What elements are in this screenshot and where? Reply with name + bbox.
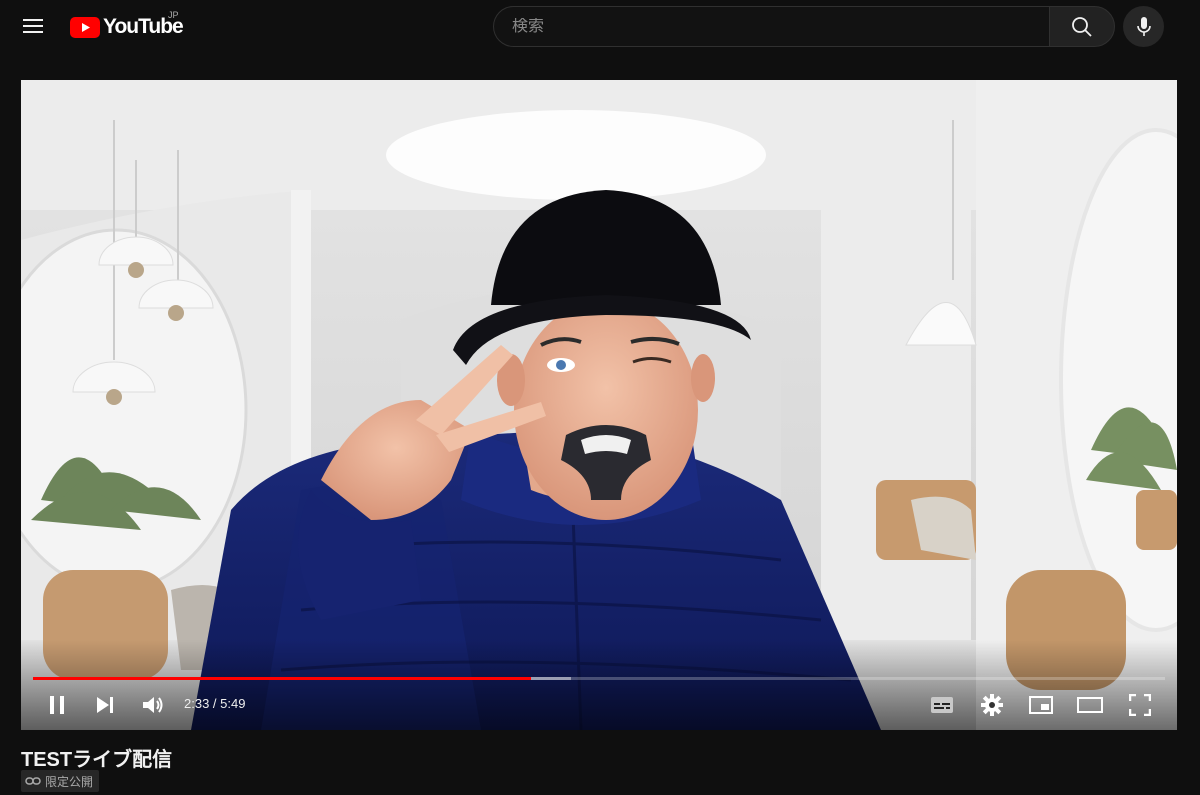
video-player[interactable]: 2:33 / 5:49 — [21, 80, 1177, 730]
progress-played — [33, 677, 532, 680]
microphone-icon — [1136, 16, 1151, 36]
visibility-badge: 限定公開 — [21, 770, 100, 792]
search-input[interactable] — [512, 17, 1050, 36]
subtitles-icon — [931, 697, 953, 713]
miniplayer-button[interactable] — [1023, 687, 1059, 723]
video-title: TESTライブ配信 — [21, 749, 173, 771]
pause-button[interactable] — [39, 687, 75, 723]
mute-button[interactable] — [135, 687, 171, 723]
pause-icon — [50, 696, 64, 714]
visibility-label: 限定公開 — [45, 774, 94, 789]
next-button[interactable] — [87, 687, 123, 723]
search-button[interactable] — [1049, 6, 1115, 47]
duration: 5:49 — [220, 696, 246, 711]
youtube-home-logo[interactable]: YouTube — [70, 14, 184, 40]
next-icon — [97, 697, 113, 713]
guide-menu-button[interactable] — [13, 6, 53, 46]
time-separator: / — [209, 696, 221, 711]
settings-icon — [981, 694, 1003, 716]
voice-search-button[interactable] — [1123, 6, 1164, 47]
time-display: 2:33 / 5:49 — [184, 696, 245, 711]
volume-icon — [143, 697, 163, 713]
masthead: YouTube JP — [0, 0, 1200, 56]
video-frame — [21, 80, 1177, 730]
theater-icon — [1077, 697, 1103, 713]
search-icon — [1072, 16, 1092, 37]
fullscreen-icon — [1129, 694, 1151, 716]
fullscreen-button[interactable] — [1122, 687, 1158, 723]
theater-mode-button[interactable] — [1072, 687, 1108, 723]
country-code: JP — [168, 10, 179, 20]
menu-icon — [23, 19, 43, 33]
search-box[interactable] — [493, 6, 1050, 47]
subtitles-button[interactable] — [924, 687, 960, 723]
miniplayer-icon — [1029, 696, 1053, 714]
current-time: 2:33 — [184, 696, 210, 711]
settings-button[interactable] — [974, 687, 1010, 723]
youtube-logo-icon — [70, 16, 100, 38]
progress-bar[interactable] — [33, 677, 1165, 680]
link-icon — [25, 777, 41, 785]
